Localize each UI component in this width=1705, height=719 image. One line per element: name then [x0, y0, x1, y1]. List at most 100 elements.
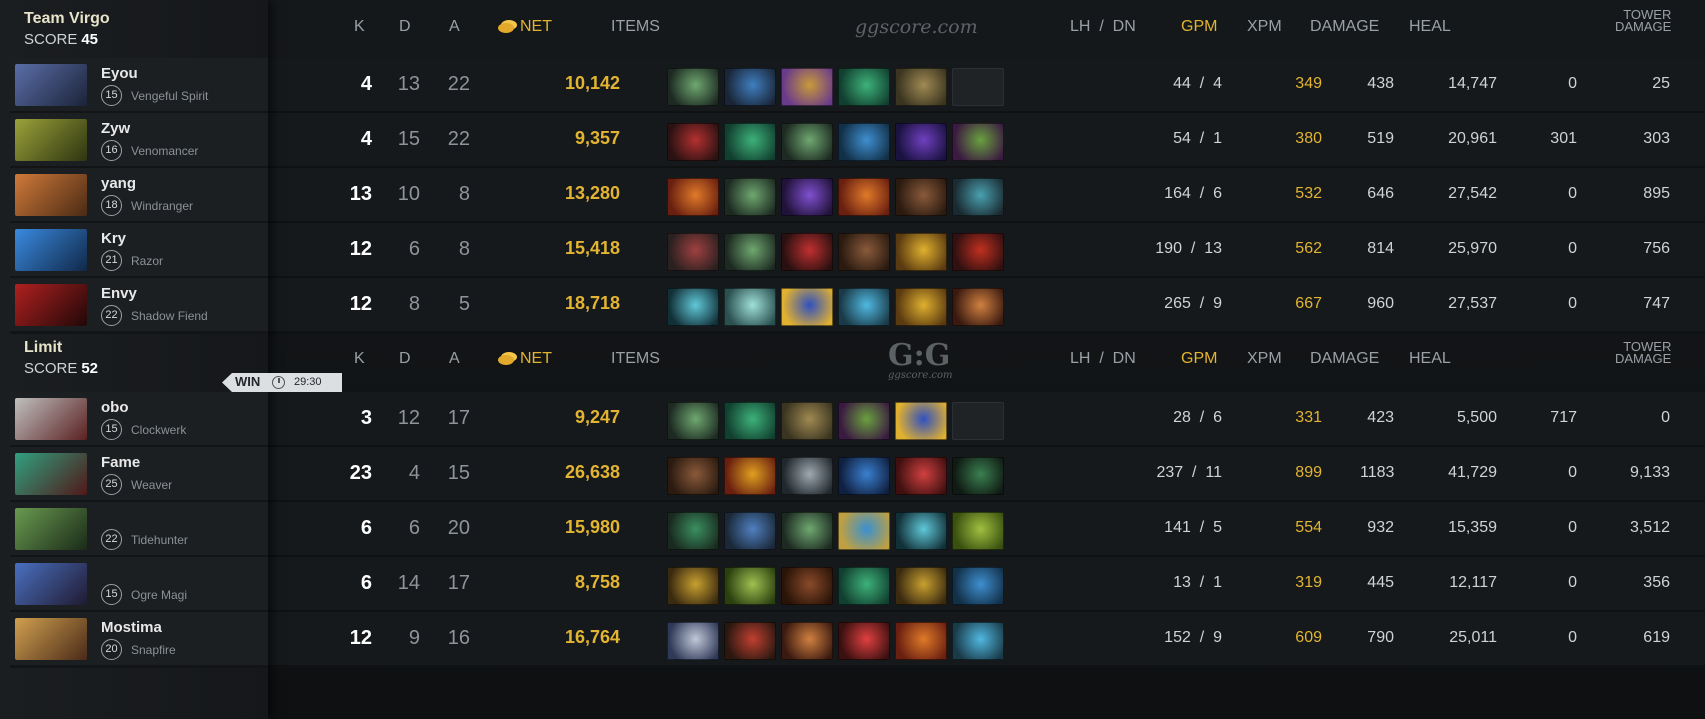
- col-assists[interactable]: A: [449, 18, 460, 36]
- item-slot[interactable]: [667, 512, 719, 550]
- item-slot[interactable]: [781, 178, 833, 216]
- item-slot[interactable]: [724, 402, 776, 440]
- item-slot[interactable]: [952, 68, 1004, 106]
- player-name[interactable]: yang: [101, 175, 136, 192]
- player-name[interactable]: Kry: [101, 230, 126, 247]
- col-xpm[interactable]: XPM: [1247, 350, 1282, 368]
- col-tower-damage[interactable]: TOWER DAMAGE: [1615, 340, 1671, 365]
- col-tower-damage[interactable]: TOWER DAMAGE: [1615, 8, 1671, 33]
- player-card[interactable]: Mostima 20 Snapfire: [10, 612, 268, 668]
- item-slot[interactable]: [838, 233, 890, 271]
- col-heal[interactable]: HEAL: [1409, 350, 1451, 368]
- item-slot[interactable]: [952, 622, 1004, 660]
- item-slot[interactable]: [724, 288, 776, 326]
- col-items[interactable]: ITEMS: [611, 18, 660, 36]
- item-slot[interactable]: [838, 457, 890, 495]
- col-assists[interactable]: A: [449, 350, 460, 368]
- item-slot[interactable]: [667, 457, 719, 495]
- player-name[interactable]: Eyou: [101, 65, 138, 82]
- player-card[interactable]: obo 15 Clockwerk: [10, 392, 268, 448]
- item-slot[interactable]: [781, 457, 833, 495]
- item-slot[interactable]: [895, 178, 947, 216]
- item-slot[interactable]: [838, 512, 890, 550]
- item-slot[interactable]: [781, 68, 833, 106]
- item-slot[interactable]: [781, 512, 833, 550]
- col-heal[interactable]: HEAL: [1409, 18, 1451, 36]
- player-card[interactable]: 15 Ogre Magi: [10, 557, 268, 613]
- col-lasthits-denies[interactable]: LH / DN: [1070, 18, 1136, 36]
- item-slot[interactable]: [724, 123, 776, 161]
- col-damage[interactable]: DAMAGE: [1310, 18, 1379, 36]
- player-name[interactable]: Envy: [101, 285, 137, 302]
- item-slot[interactable]: [895, 457, 947, 495]
- item-slot[interactable]: [838, 288, 890, 326]
- item-slot[interactable]: [667, 402, 719, 440]
- item-slot[interactable]: [838, 567, 890, 605]
- item-slot[interactable]: [724, 622, 776, 660]
- item-slot[interactable]: [724, 457, 776, 495]
- item-slot[interactable]: [952, 288, 1004, 326]
- player-card[interactable]: Zyw 16 Venomancer: [10, 113, 268, 169]
- item-slot[interactable]: [838, 123, 890, 161]
- col-deaths[interactable]: D: [399, 18, 411, 36]
- item-slot[interactable]: [952, 512, 1004, 550]
- item-slot[interactable]: [667, 288, 719, 326]
- player-name[interactable]: obo: [101, 399, 129, 416]
- player-card[interactable]: yang 18 Windranger: [10, 168, 268, 224]
- col-gpm[interactable]: GPM: [1181, 18, 1217, 36]
- item-slot[interactable]: [952, 567, 1004, 605]
- item-slot[interactable]: [895, 567, 947, 605]
- item-slot[interactable]: [667, 233, 719, 271]
- item-slot[interactable]: [838, 622, 890, 660]
- item-slot[interactable]: [895, 123, 947, 161]
- col-lasthits-denies[interactable]: LH / DN: [1070, 350, 1136, 368]
- col-networth[interactable]: NET: [520, 350, 552, 368]
- col-gpm[interactable]: GPM: [1181, 350, 1217, 368]
- col-kills[interactable]: K: [354, 18, 365, 36]
- item-slot[interactable]: [895, 402, 947, 440]
- item-slot[interactable]: [781, 233, 833, 271]
- col-deaths[interactable]: D: [399, 350, 411, 368]
- item-slot[interactable]: [781, 288, 833, 326]
- item-slot[interactable]: [838, 68, 890, 106]
- item-slot[interactable]: [838, 178, 890, 216]
- player-name[interactable]: Fame: [101, 454, 140, 471]
- item-slot[interactable]: [952, 457, 1004, 495]
- col-networth[interactable]: NET: [520, 18, 552, 36]
- player-card[interactable]: Fame 25 Weaver: [10, 447, 268, 503]
- col-xpm[interactable]: XPM: [1247, 18, 1282, 36]
- item-slot[interactable]: [781, 622, 833, 660]
- col-kills[interactable]: K: [354, 350, 365, 368]
- item-slot[interactable]: [724, 68, 776, 106]
- item-slot[interactable]: [952, 178, 1004, 216]
- item-slot[interactable]: [952, 123, 1004, 161]
- item-slot[interactable]: [952, 233, 1004, 271]
- item-slot[interactable]: [667, 123, 719, 161]
- item-slot[interactable]: [895, 233, 947, 271]
- player-name[interactable]: Zyw: [101, 120, 130, 137]
- item-slot[interactable]: [781, 123, 833, 161]
- item-slot[interactable]: [724, 233, 776, 271]
- item-slot[interactable]: [838, 402, 890, 440]
- item-slot[interactable]: [667, 622, 719, 660]
- item-slot[interactable]: [895, 622, 947, 660]
- item-slot[interactable]: [724, 567, 776, 605]
- item-slot[interactable]: [724, 512, 776, 550]
- player-card[interactable]: 22 Tidehunter: [10, 502, 268, 558]
- col-items[interactable]: ITEMS: [611, 350, 660, 368]
- item-slot[interactable]: [667, 68, 719, 106]
- item-slot[interactable]: [781, 402, 833, 440]
- item-slot[interactable]: [667, 178, 719, 216]
- player-name[interactable]: Mostima: [101, 619, 162, 636]
- player-card[interactable]: Eyou 15 Vengeful Spirit: [10, 58, 268, 114]
- col-damage[interactable]: DAMAGE: [1310, 350, 1379, 368]
- player-card[interactable]: Envy 22 Shadow Fiend: [10, 278, 268, 334]
- item-slot[interactable]: [952, 402, 1004, 440]
- item-slot[interactable]: [724, 178, 776, 216]
- item-slot[interactable]: [895, 512, 947, 550]
- player-card[interactable]: Kry 21 Razor: [10, 223, 268, 279]
- item-slot[interactable]: [667, 567, 719, 605]
- item-slot[interactable]: [781, 567, 833, 605]
- item-slot[interactable]: [895, 288, 947, 326]
- item-slot[interactable]: [895, 68, 947, 106]
